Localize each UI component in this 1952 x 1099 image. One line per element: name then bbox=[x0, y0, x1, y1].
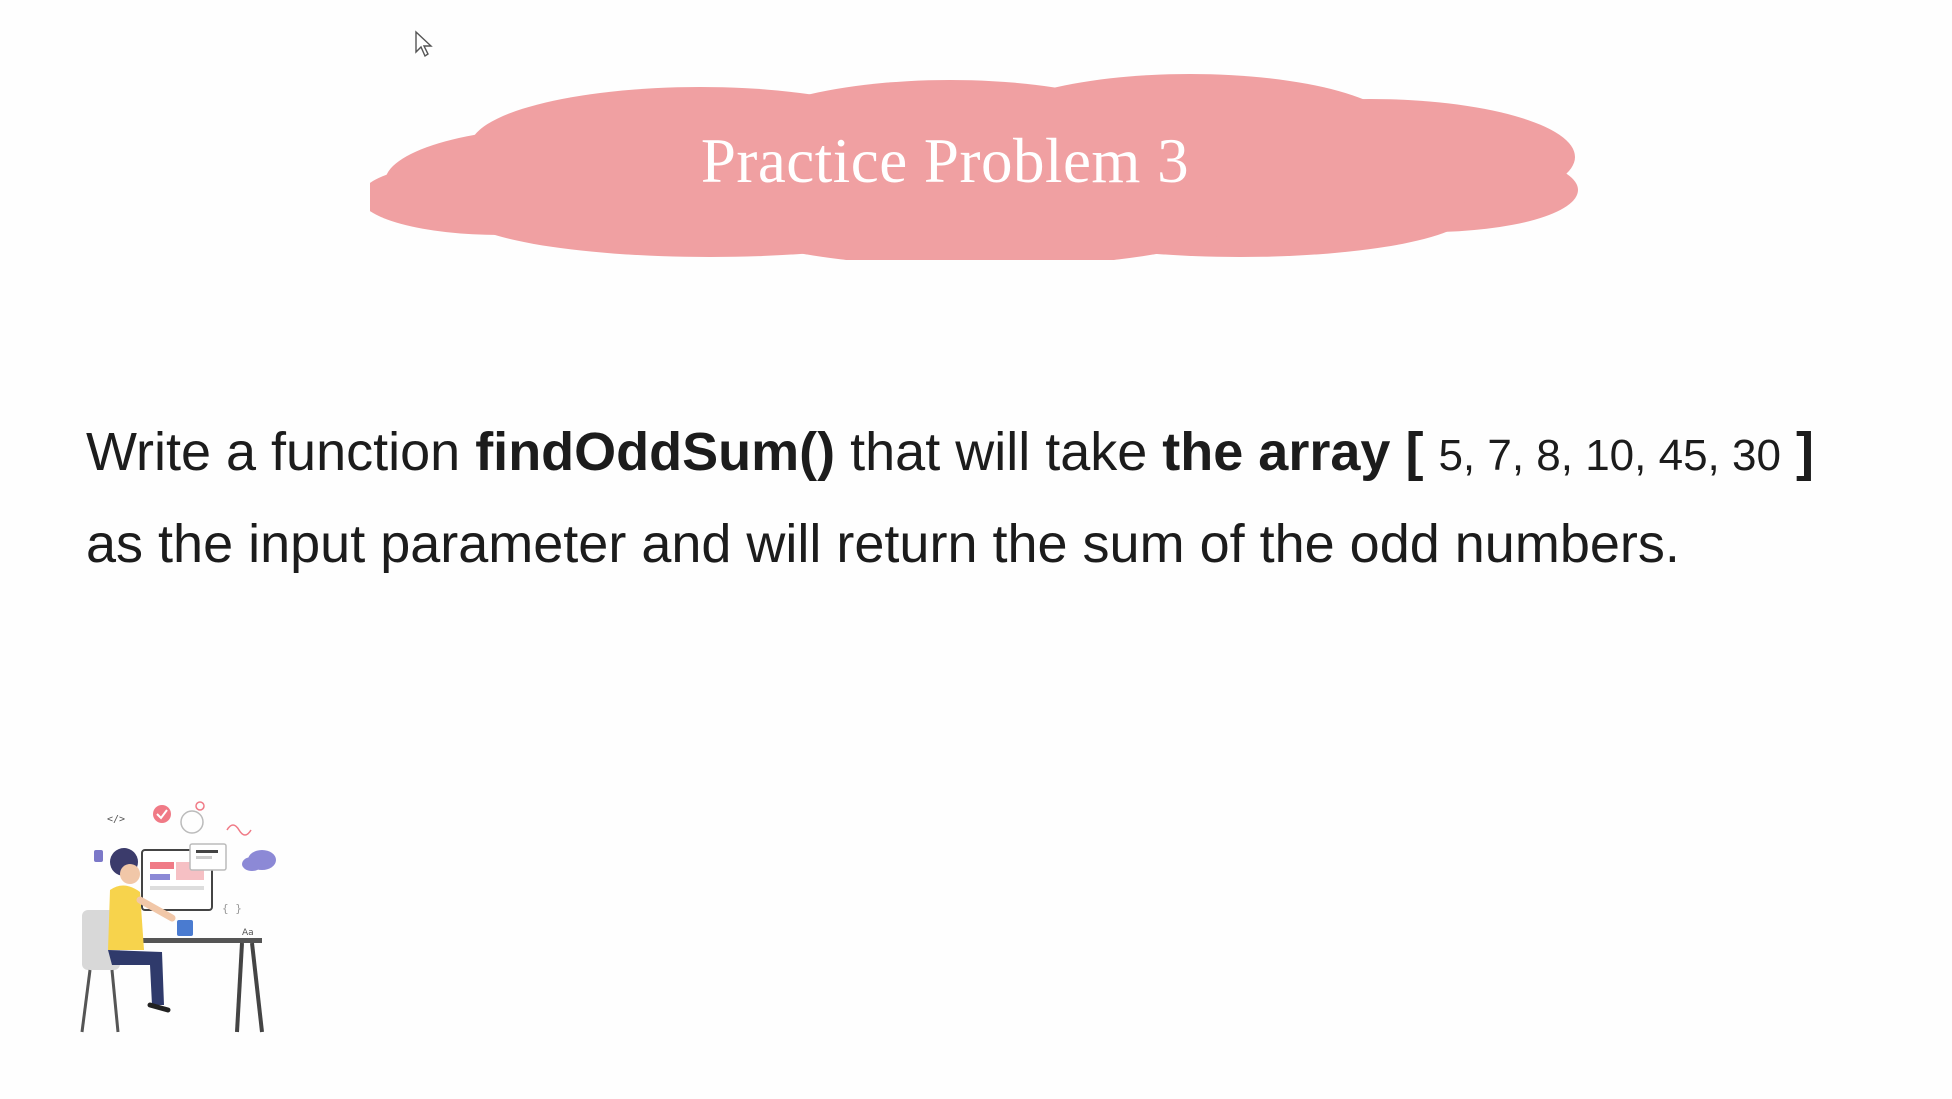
title-banner: Practice Problem 3 bbox=[370, 62, 1580, 260]
slide: Practice Problem 3 Write a function find… bbox=[0, 0, 1952, 1099]
close-bracket: ] bbox=[1795, 422, 1814, 482]
slide-title: Practice Problem 3 bbox=[700, 125, 1190, 196]
array-values: 5, 7, 8, 10, 45, 30 bbox=[1438, 431, 1781, 480]
array-label: the array bbox=[1162, 422, 1391, 482]
problem-statement: Write a function findOddSum() that will … bbox=[86, 408, 1926, 588]
problem-line-2: as the input parameter and will return t… bbox=[86, 514, 1680, 574]
problem-text-middle: that will take bbox=[850, 422, 1148, 482]
problem-text-intro: Write a function bbox=[86, 422, 461, 482]
svg-text:</>: </> bbox=[107, 814, 125, 825]
open-bracket: [ bbox=[1405, 422, 1424, 482]
svg-text:{ }: { } bbox=[222, 902, 242, 915]
mouse-pointer-icon bbox=[415, 30, 433, 58]
svg-text:Aa: Aa bbox=[242, 928, 254, 938]
developer-at-desk-illustration: </> { } Aa bbox=[80, 801, 276, 1033]
function-name: findOddSum() bbox=[475, 422, 836, 482]
problem-line-1: Write a function findOddSum() that will … bbox=[86, 408, 1926, 500]
